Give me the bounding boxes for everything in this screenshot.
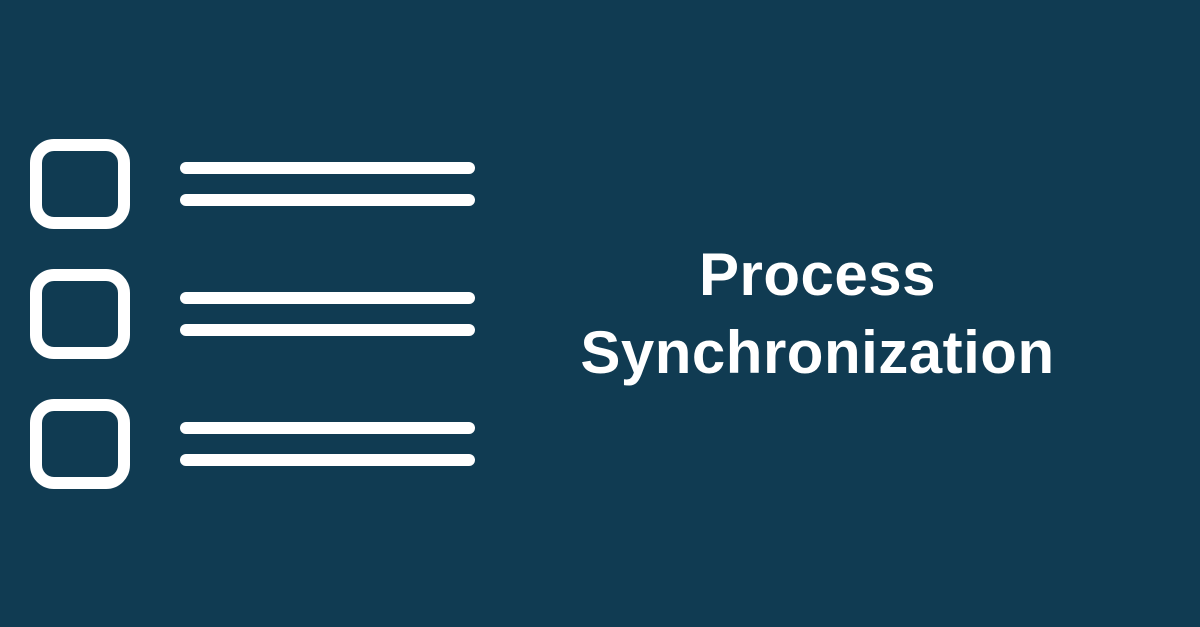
title-line-2: Synchronization	[580, 319, 1054, 386]
line-icon	[180, 454, 475, 466]
text-lines-icon	[180, 292, 475, 336]
list-row-3	[30, 399, 475, 489]
list-icon	[0, 139, 475, 489]
line-icon	[180, 324, 475, 336]
text-lines-icon	[180, 162, 475, 206]
main-container: Process Synchronization	[0, 0, 1200, 627]
list-row-2	[30, 269, 475, 359]
line-icon	[180, 422, 475, 434]
checkbox-icon	[30, 399, 130, 489]
title-line-1: Process	[699, 241, 936, 308]
line-icon	[180, 292, 475, 304]
text-lines-icon	[180, 422, 475, 466]
checkbox-icon	[30, 139, 130, 229]
checkbox-icon	[30, 269, 130, 359]
list-row-1	[30, 139, 475, 229]
line-icon	[180, 162, 475, 174]
title-section: Process Synchronization	[475, 236, 1200, 392]
page-title: Process Synchronization	[580, 236, 1054, 392]
line-icon	[180, 194, 475, 206]
